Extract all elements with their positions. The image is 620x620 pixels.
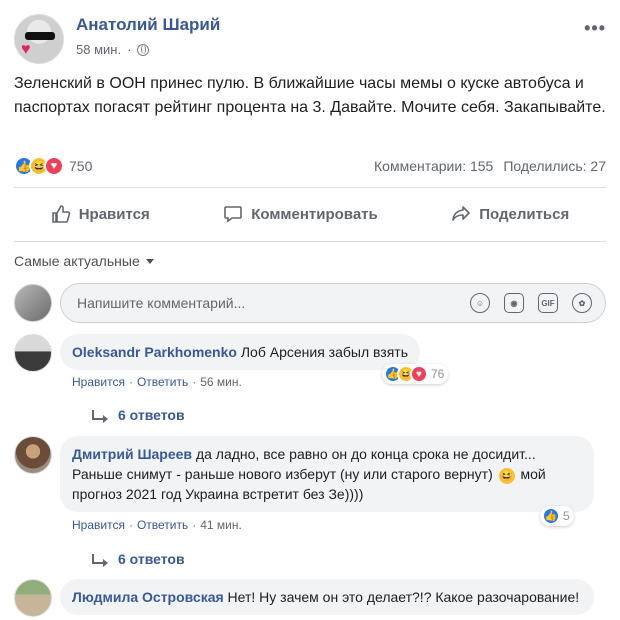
post-header: ♥ Анатолий Шарий 58 мин. · ••• [14, 12, 606, 64]
divider [14, 187, 606, 188]
post-author-name[interactable]: Анатолий Шарий [76, 15, 220, 35]
post-action-bar: Нравится Комментировать Поделиться [14, 193, 606, 235]
comment-time[interactable]: 56 мин. [200, 375, 242, 389]
comment-bubble: Людмила Островская Нет! Ну зачем он это … [60, 579, 594, 615]
view-replies-link[interactable]: 6 ответов [92, 551, 185, 567]
comment-item: Oleksandr Parkhomenko Лоб Арсения забыл … [14, 334, 606, 434]
sort-label: Самые актуальные [14, 253, 140, 269]
comment-avatar[interactable] [14, 579, 52, 617]
comment-text: Лоб Арсения забыл взять [240, 344, 408, 360]
laughing-emoji-icon: 😆 [498, 468, 515, 484]
comment-button[interactable]: Комментировать [211, 198, 390, 230]
comment-composer: ☺ ◉ GIF ✿ [14, 283, 606, 323]
globe-icon[interactable] [137, 43, 150, 56]
post-meta: 58 мин. · [76, 42, 150, 57]
comment-button-label: Комментировать [251, 205, 378, 223]
post-time[interactable]: 58 мин. [76, 42, 121, 57]
post-text: Зеленский в ООН принес пулю. В ближайшие… [14, 75, 606, 116]
heart-icon: ♥ [21, 41, 31, 58]
thumbs-up-icon [51, 205, 70, 223]
comment-actions: Нравится · Ответить · 56 мин. [72, 375, 242, 389]
comment-bubble-icon [224, 206, 243, 223]
comment-reaction-count: 76 [431, 367, 445, 381]
like-button-label: Нравится [78, 205, 150, 223]
comments-count[interactable]: Комментарии: 155 [374, 158, 493, 174]
comment-author[interactable]: Людмила Островская [72, 589, 224, 605]
composer-icons: ☺ ◉ GIF ✿ [470, 293, 592, 313]
caret-down-icon [145, 259, 154, 264]
replies-count: 6 ответов [118, 407, 185, 423]
comment-text: Нет! Ну зачем он это делает?!? Какое раз… [227, 589, 580, 605]
replies-count: 6 ответов [118, 551, 185, 567]
like-reaction-icon: 👍 [542, 507, 560, 525]
share-arrow-icon [452, 206, 471, 221]
comment-reactions[interactable]: 👍 5 [540, 506, 574, 526]
shares-count[interactable]: Поделились: 27 [503, 158, 606, 174]
comment-author[interactable]: Дмитрий Шареев [72, 446, 192, 462]
divider [14, 241, 606, 242]
reactions-count[interactable]: 750 [69, 158, 92, 174]
comment-bubble: Дмитрий Шареев да ладно, все равно он до… [60, 436, 594, 512]
gif-icon[interactable]: GIF [538, 293, 558, 313]
reply-arrow-icon [92, 410, 108, 423]
comment-time[interactable]: 41 мин. [200, 518, 242, 532]
comment-actions: Нравится · Ответить · 41 мин. [72, 518, 242, 532]
comment-like-link[interactable]: Нравится [72, 518, 125, 532]
author-avatar[interactable]: ♥ [14, 14, 64, 64]
comment-item: Людмила Островская Нет! Ну зачем он это … [14, 579, 606, 620]
comment-reactions[interactable]: 👍 😆 ♥ 76 [382, 364, 449, 384]
comment-reply-link[interactable]: Ответить [137, 518, 188, 532]
sunglasses-graphic [25, 32, 55, 40]
sticker-icon[interactable]: ✿ [572, 293, 592, 313]
post-stats: 👍 😆 ♥ 750 Комментарии: 155 Поделились: 2… [14, 154, 606, 178]
love-reaction-icon: ♥ [44, 156, 64, 176]
comment-avatar[interactable] [14, 334, 52, 372]
more-options-icon[interactable]: ••• [584, 18, 606, 39]
comment-avatar[interactable] [14, 436, 52, 474]
view-replies-link[interactable]: 6 ответов [92, 407, 185, 423]
comment-bubble: Oleksandr Parkhomenko Лоб Арсения забыл … [60, 334, 420, 370]
comment-reply-link[interactable]: Ответить [137, 375, 188, 389]
current-user-avatar[interactable] [14, 284, 52, 322]
reply-arrow-icon [92, 554, 108, 567]
share-button-label: Поделиться [479, 205, 570, 223]
emoji-icon[interactable]: ☺ [470, 293, 490, 313]
comment-sort-dropdown[interactable]: Самые актуальные [14, 253, 154, 269]
comment-reaction-count: 5 [563, 509, 570, 523]
like-button[interactable]: Нравится [39, 198, 162, 230]
love-reaction-icon: ♥ [410, 365, 428, 383]
camera-icon[interactable]: ◉ [504, 293, 524, 313]
share-button[interactable]: Поделиться [439, 198, 581, 230]
comment-item: Дмитрий Шареев да ладно, все равно он до… [14, 436, 606, 567]
comment-author[interactable]: Oleksandr Parkhomenko [72, 344, 237, 360]
reaction-icons[interactable]: 👍 😆 ♥ [14, 156, 64, 176]
comment-like-link[interactable]: Нравится [72, 375, 125, 389]
